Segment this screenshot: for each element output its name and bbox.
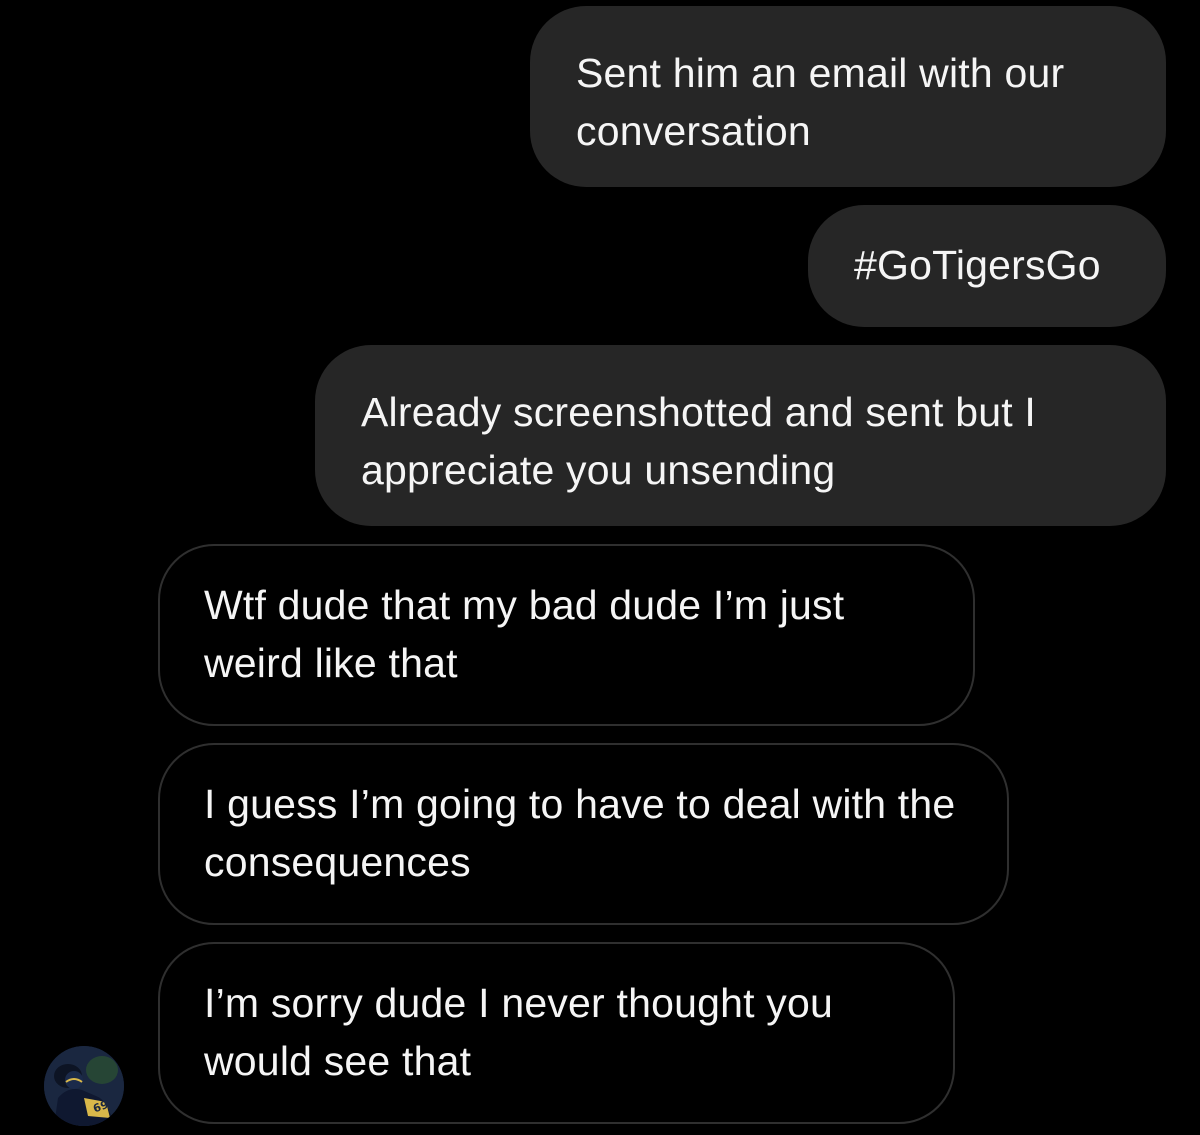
- message-text: I guess I’m going to have to deal with t…: [204, 781, 956, 885]
- received-message-bubble[interactable]: I guess I’m going to have to deal with t…: [158, 743, 1009, 925]
- message-text: Wtf dude that my bad dude I’m just weird…: [204, 582, 845, 686]
- message-text: Already screenshotted and sent but I app…: [361, 389, 1037, 493]
- received-message-bubble[interactable]: Wtf dude that my bad dude I’m just weird…: [158, 544, 975, 726]
- message-text: Sent him an email with our conversation: [576, 50, 1065, 154]
- profile-photo-icon: 69: [44, 1046, 124, 1126]
- sent-message-bubble[interactable]: #GoTigersGo: [808, 205, 1166, 327]
- received-message-bubble[interactable]: I’m sorry dude I never thought you would…: [158, 942, 955, 1124]
- sent-message-bubble[interactable]: Sent him an email with our conversation: [530, 6, 1166, 187]
- avatar[interactable]: 69: [44, 1046, 124, 1126]
- message-text: #GoTigersGo: [854, 242, 1101, 288]
- sent-message-bubble[interactable]: Already screenshotted and sent but I app…: [315, 345, 1166, 526]
- message-text: I’m sorry dude I never thought you would…: [204, 980, 833, 1084]
